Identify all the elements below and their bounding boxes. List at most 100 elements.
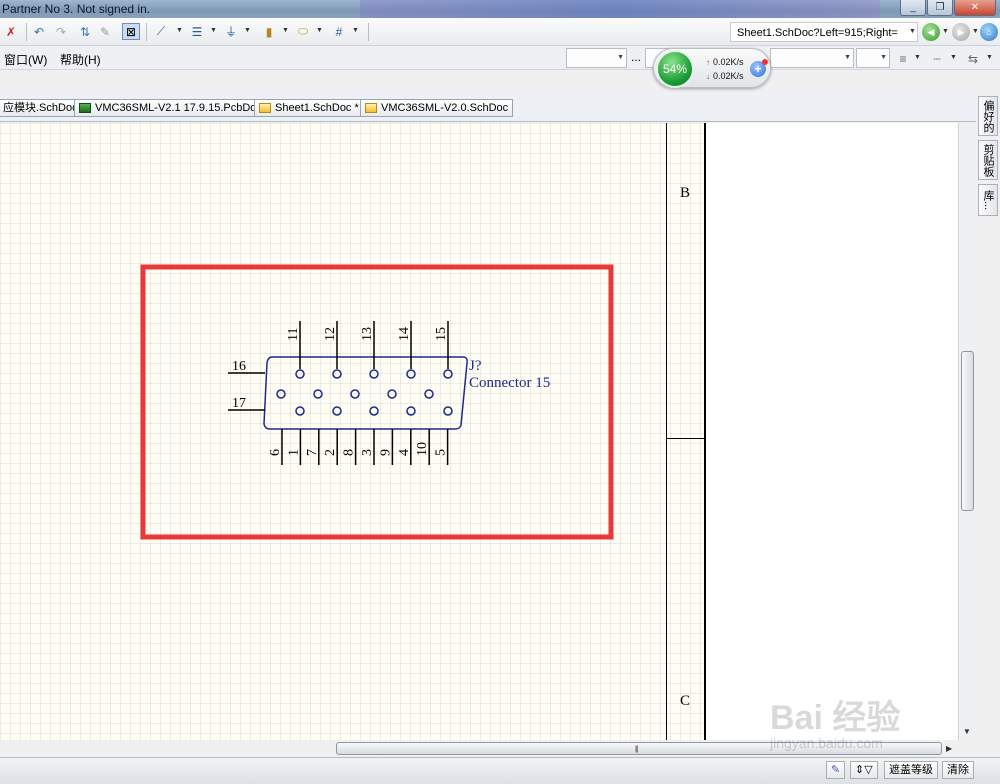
title-bar-blurred-region: [360, 0, 880, 18]
port-icon[interactable]: ⬭: [294, 23, 312, 40]
filter-icon: ⇕▽: [855, 764, 873, 776]
filter-combo[interactable]: ▼: [566, 48, 627, 68]
chevron-down-icon[interactable]: ▼: [244, 27, 251, 34]
pin-socket: [424, 389, 434, 399]
plus-icon[interactable]: +: [750, 59, 768, 77]
grid-icon[interactable]: #: [330, 23, 348, 40]
back-icon[interactable]: ◀: [922, 23, 940, 41]
tab-sheet1-schdoc[interactable]: Sheet1.SchDoc *: [254, 99, 364, 117]
pin-socket: [443, 369, 453, 379]
pin-label-top: 13: [360, 327, 375, 341]
tab-pcbdoc[interactable]: VMC36SML-V2.1 17.9.15.PcbDoc: [74, 99, 267, 117]
undo-icon[interactable]: ↶: [30, 23, 48, 40]
pin-label-top: 14: [397, 327, 412, 341]
comment-text[interactable]: Connector 15: [469, 375, 550, 391]
pin-socket: [350, 389, 360, 399]
pin-label-16: 16: [232, 359, 246, 374]
ellipsis-button[interactable]: ...: [631, 50, 641, 64]
pin-label-bottom: 4: [397, 449, 412, 456]
pin-label-17: 17: [232, 396, 246, 411]
mask-combo[interactable]: ▼: [770, 48, 854, 68]
pin-label-bottom: 10: [415, 442, 430, 456]
close-button[interactable]: ✕: [954, 0, 996, 16]
window-title: Partner No 3. Not signed in.: [2, 2, 151, 16]
part-icon[interactable]: ▮: [260, 23, 278, 40]
schematic-canvas[interactable]: B C 11 12 13 14 15 6 1 7 2 8 3 9 4 10 5 16 17 J? Conne…: [0, 123, 958, 740]
home-icon[interactable]: ⌂: [980, 23, 998, 41]
clear-button[interactable]: 清除: [942, 761, 974, 779]
side-tab-favorites[interactable]: 偏好的: [978, 96, 998, 136]
forward-icon[interactable]: ▶: [952, 23, 970, 41]
filter-button[interactable]: ⇕▽: [850, 761, 878, 779]
pin-socket: [295, 406, 305, 416]
document-address-field[interactable]: Sheet1.SchDoc?Left=915;Right=: [730, 22, 918, 42]
restore-button[interactable]: ❐: [927, 0, 953, 16]
wire-icon[interactable]: ⟋: [152, 23, 170, 40]
download-rate: ↓ 0.02K/s: [706, 71, 744, 81]
side-tab-clipboard[interactable]: 剪贴板: [978, 140, 998, 180]
tab-v20-schdoc[interactable]: VMC36SML-V2.0.SchDoc: [360, 99, 514, 117]
tab-module-schdoc[interactable]: 应模块.SchDoc: [0, 99, 83, 117]
line-style-icon[interactable]: ≡: [894, 50, 912, 67]
arrow-down-icon: ↓: [706, 72, 710, 81]
pin-socket: [332, 369, 342, 379]
title-bar: Partner No 3. Not signed in. _ ❐ ✕: [0, 0, 1000, 18]
scroll-right-icon[interactable]: ▶: [946, 744, 952, 753]
side-tab-library[interactable]: 库...: [978, 184, 998, 216]
scroll-down-icon[interactable]: ▼: [963, 727, 971, 736]
pin-label-bottom: 5: [434, 449, 449, 456]
sch-doc-icon: [365, 103, 377, 113]
redo-icon[interactable]: ↷: [52, 23, 70, 40]
horizontal-scrollbar[interactable]: |||: [336, 741, 942, 756]
cross-probe-icon[interactable]: ✗: [2, 23, 20, 40]
chevron-down-icon[interactable]: ▼: [282, 27, 289, 34]
hierarchy-icon[interactable]: ⇅: [76, 23, 94, 40]
pin-label-bottom: 1: [286, 449, 301, 456]
chevron-down-icon[interactable]: ▼: [316, 27, 323, 34]
bus-icon[interactable]: ☰: [188, 23, 206, 40]
menu-window[interactable]: 窗口(W): [4, 51, 47, 68]
pin-label-bottom: 8: [342, 449, 357, 456]
mask-level-button[interactable]: 遮盖等级: [884, 761, 938, 779]
designator-text[interactable]: J?: [469, 358, 482, 374]
pin-socket: [369, 406, 379, 416]
chevron-down-icon: ▼: [844, 54, 851, 61]
eraser-icon: ✎: [831, 764, 841, 776]
document-tab-strip: 应模块.SchDoc VMC36SML-V2.1 17.9.15.PcbDoc …: [0, 92, 976, 122]
menu-help[interactable]: 帮助(H): [60, 51, 101, 68]
pin-socket: [295, 369, 305, 379]
network-speed-widget[interactable]: 54% ↑ 0.02K/s ↓ 0.02K/s +: [653, 48, 771, 88]
side-panel-bar: 偏好的 剪贴板 库...: [976, 92, 1000, 222]
pin-label-top: 11: [286, 328, 301, 341]
pin-socket: [313, 389, 323, 399]
highlight-box: [140, 264, 614, 540]
window-controls: _ ❐ ✕: [900, 0, 996, 16]
pcb-doc-icon: [79, 103, 91, 113]
pen-icon[interactable]: ✎: [96, 23, 114, 40]
vertical-scrollbar[interactable]: ▼: [958, 123, 976, 740]
chevron-down-icon[interactable]: ▼: [914, 54, 921, 61]
align-icon[interactable]: ⇆: [964, 50, 982, 67]
pin-socket: [387, 389, 397, 399]
horizontal-scroll-thumb[interactable]: |||: [336, 742, 942, 755]
eraser-button[interactable]: ✎: [826, 761, 846, 779]
chevron-down-icon[interactable]: ▼: [176, 27, 183, 34]
ground-icon[interactable]: ⏚: [222, 23, 240, 40]
chevron-down-icon[interactable]: ▼: [352, 27, 359, 34]
schematic-drawing: 11 12 13 14 156 1 7 2 8 3 9 4 10 5 16 17 J? Connector…: [140, 264, 614, 540]
pin-socket: [406, 369, 416, 379]
address-dropdown-icon[interactable]: ▼: [909, 28, 916, 35]
vertical-scroll-thumb[interactable]: [961, 351, 974, 511]
zoom-fit-icon[interactable]: ⊠: [122, 23, 140, 40]
chevron-down-icon[interactable]: ▼: [972, 28, 979, 35]
level-combo[interactable]: ▼: [856, 48, 890, 68]
minimize-button[interactable]: _: [900, 0, 926, 16]
chevron-down-icon[interactable]: ▼: [942, 28, 949, 35]
chevron-down-icon[interactable]: ▼: [986, 54, 993, 61]
chevron-down-icon[interactable]: ▼: [210, 27, 217, 34]
connector-component[interactable]: 11 12 13 14 156 1 7 2 8 3 9 4 10 5 16 17 J? Connector…: [228, 321, 550, 465]
dashed-line-icon[interactable]: ┄: [928, 50, 946, 67]
pin-label-bottom: 9: [378, 449, 393, 456]
sch-doc-icon: [259, 103, 271, 113]
chevron-down-icon[interactable]: ▼: [950, 54, 957, 61]
